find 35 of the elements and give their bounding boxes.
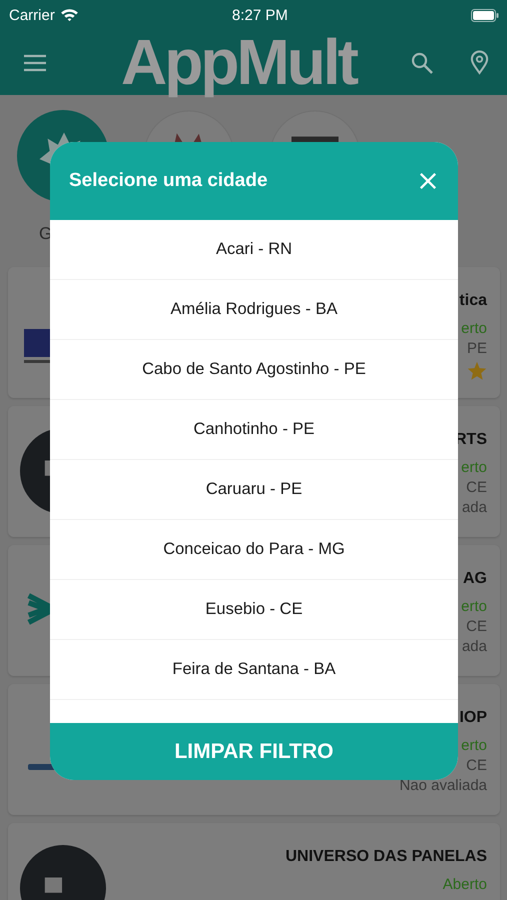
battery-icon bbox=[471, 8, 499, 22]
city-option[interactable]: Acari - RN bbox=[50, 220, 458, 280]
search-icon[interactable] bbox=[410, 50, 434, 74]
carrier-name: Carrier bbox=[9, 6, 55, 24]
city-option[interactable]: Amélia Rodrigues - BA bbox=[50, 280, 458, 340]
city-option[interactable]: Conceicao do Para - MG bbox=[50, 520, 458, 580]
store-card[interactable]: UNIVERSO DAS PANELAS Aberto bbox=[8, 823, 500, 900]
status-time: 8:27 PM bbox=[230, 6, 289, 24]
dialog-title: Selecione uma cidade bbox=[69, 170, 268, 192]
store-name: IOP bbox=[459, 708, 487, 728]
store-rating: ada bbox=[462, 637, 487, 657]
store-status: Aberto bbox=[442, 875, 487, 895]
app-logo: AppMult bbox=[120, 30, 358, 95]
location-pin-icon[interactable] bbox=[470, 50, 489, 75]
star-icon bbox=[467, 361, 487, 381]
wifi-icon bbox=[60, 8, 79, 22]
city-option[interactable]: Caruaru - PE bbox=[50, 460, 458, 520]
store-rating: ada bbox=[462, 498, 487, 518]
store-city: CE bbox=[466, 478, 487, 498]
store-city: CE bbox=[466, 756, 487, 776]
store-status: erto bbox=[461, 319, 487, 339]
store-status: erto bbox=[461, 736, 487, 756]
store-city: PE bbox=[466, 339, 487, 359]
close-icon[interactable] bbox=[419, 172, 437, 190]
store-name: tica bbox=[459, 291, 487, 311]
store-status: erto bbox=[461, 597, 487, 617]
store-name: UNIVERSO DAS PANELAS bbox=[285, 847, 487, 867]
city-option[interactable]: Eusebio - CE bbox=[50, 580, 458, 640]
store-city: CE bbox=[466, 617, 487, 637]
menu-icon[interactable] bbox=[23, 54, 47, 72]
city-option[interactable]: Canhotinho - PE bbox=[50, 400, 458, 460]
city-option[interactable]: Feira de Santana - BA bbox=[50, 640, 458, 700]
store-status: erto bbox=[461, 458, 487, 478]
store-name: AG bbox=[463, 569, 487, 589]
city-option[interactable]: Cabo de Santo Agostinho - PE bbox=[50, 340, 458, 400]
